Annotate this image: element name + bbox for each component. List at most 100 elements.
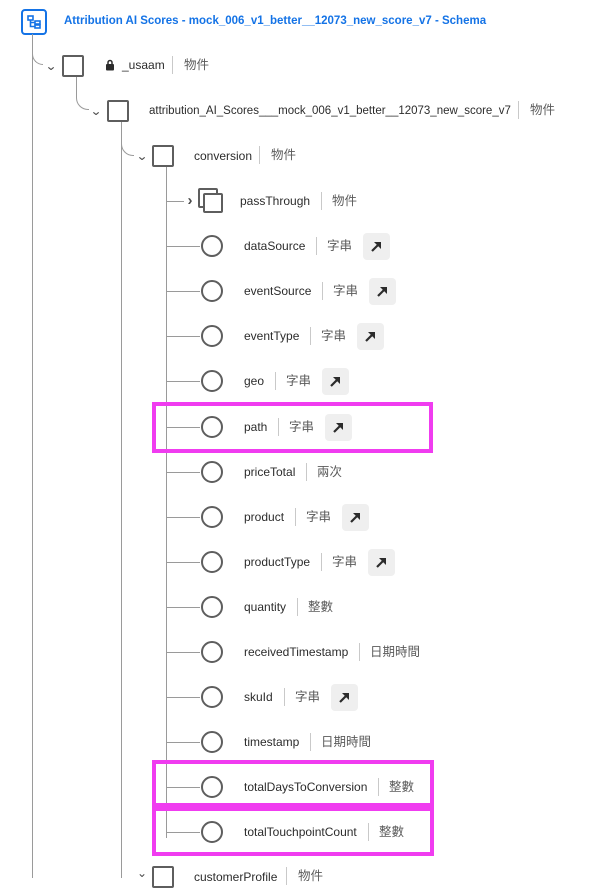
tree-connector [166,246,200,247]
separator [321,553,322,571]
field-name-conversion[interactable]: conversion [194,148,252,164]
schema-title[interactable]: Attribution AI Scores - mock_006_v1_bett… [64,13,486,29]
schema-tree-icon [21,9,47,35]
field-type-customerprofile: 物件 [298,869,324,883]
arrow-up-right-icon [376,558,386,568]
field-type: 字串 [327,239,353,253]
field-name[interactable]: eventType [244,328,299,344]
tree-connector [166,517,200,518]
open-link-button[interactable] [357,323,384,350]
tree-connector [166,742,200,743]
field-node-icon[interactable] [201,235,223,257]
separator [359,643,360,661]
field-type: 日期時間 [321,735,372,749]
tree-connector [32,44,43,65]
field-node-icon[interactable] [201,280,223,302]
field-name[interactable]: dataSource [244,238,305,254]
separator [518,101,519,119]
tree-connector [166,607,200,608]
open-link-button[interactable] [331,684,358,711]
tree-connector [76,88,89,110]
arrow-up-right-icon [371,242,381,252]
field-name[interactable]: geo [244,373,264,389]
field-node-icon[interactable] [201,641,223,663]
object-node-icon[interactable] [152,145,174,167]
tree-connector [166,291,200,292]
field-name-customerprofile[interactable]: customerProfile [194,869,277,885]
field-node-icon[interactable] [201,596,223,618]
separator [310,327,311,345]
object-node-icon[interactable] [62,55,84,77]
field-name[interactable]: eventSource [244,283,311,299]
lock-icon [106,59,114,71]
field-node-icon[interactable] [201,370,223,392]
field-name[interactable]: timestamp [244,734,299,750]
tree-connector [121,121,122,878]
field-type: 字串 [306,510,332,524]
tree-connector [166,472,200,473]
field-node-icon[interactable] [201,731,223,753]
collapse-usaam-icon[interactable]: ⌄ [44,59,58,73]
field-node-icon[interactable] [201,551,223,573]
open-link-button[interactable] [369,278,396,305]
field-type: 整數 [308,600,334,614]
field-name-usaam[interactable]: _usaam [122,57,165,73]
field-name[interactable]: quantity [244,599,286,615]
field-type-attribution: 物件 [530,103,556,117]
open-link-button[interactable] [368,549,395,576]
arrow-up-right-icon [350,513,360,523]
field-name[interactable]: product [244,509,284,525]
field-node-icon[interactable] [201,461,223,483]
field-name[interactable]: receivedTimestamp [244,644,348,660]
separator [295,508,296,526]
field-type: 字串 [333,284,359,298]
open-link-button[interactable] [342,504,369,531]
tree-connector [166,562,200,563]
arrow-up-right-icon [365,332,375,342]
arrow-up-right-icon [330,377,340,387]
collapse-attribution-icon[interactable]: ⌄ [89,104,103,118]
field-type-conversion: 物件 [271,148,297,162]
tree-connector [166,166,167,838]
field-type: 物件 [332,194,358,208]
highlight-box-path [152,402,433,453]
arrow-up-right-icon [339,693,349,703]
field-name[interactable]: passThrough [240,193,310,209]
separator [321,192,322,210]
expand-passthrough-icon[interactable]: › [184,193,196,208]
separator [306,463,307,481]
separator [297,598,298,616]
field-name-attribution[interactable]: attribution_AI_Scores___mock_006_v1_bett… [149,103,511,119]
open-link-button[interactable] [322,368,349,395]
separator [275,372,276,390]
stack-front-shape [203,193,223,213]
separator [316,237,317,255]
field-type: 日期時間 [370,645,421,659]
field-name[interactable]: priceTotal [244,464,295,480]
field-type: 字串 [321,329,347,343]
separator [284,688,285,706]
separator [172,56,173,74]
arrow-up-right-icon [377,287,387,297]
field-node-icon[interactable] [201,686,223,708]
separator [286,867,287,885]
field-node-icon[interactable] [201,325,223,347]
tree-connector [166,652,200,653]
tree-connector [166,201,184,202]
field-name[interactable]: skuId [244,689,273,705]
object-node-icon[interactable] [107,100,129,122]
field-type: 字串 [286,374,312,388]
field-type-usaam: 物件 [184,58,210,72]
separator [322,282,323,300]
tree-connector [166,336,200,337]
object-array-node-icon[interactable] [198,188,223,213]
field-name[interactable]: productType [244,554,310,570]
separator [259,146,260,164]
object-node-icon[interactable] [152,866,174,888]
tree-connector [121,134,134,156]
collapse-conversion-icon[interactable]: ⌄ [135,149,149,163]
open-link-button[interactable] [363,233,390,260]
tree-connector [166,697,200,698]
field-node-icon[interactable] [201,506,223,528]
field-type: 兩次 [317,465,343,479]
